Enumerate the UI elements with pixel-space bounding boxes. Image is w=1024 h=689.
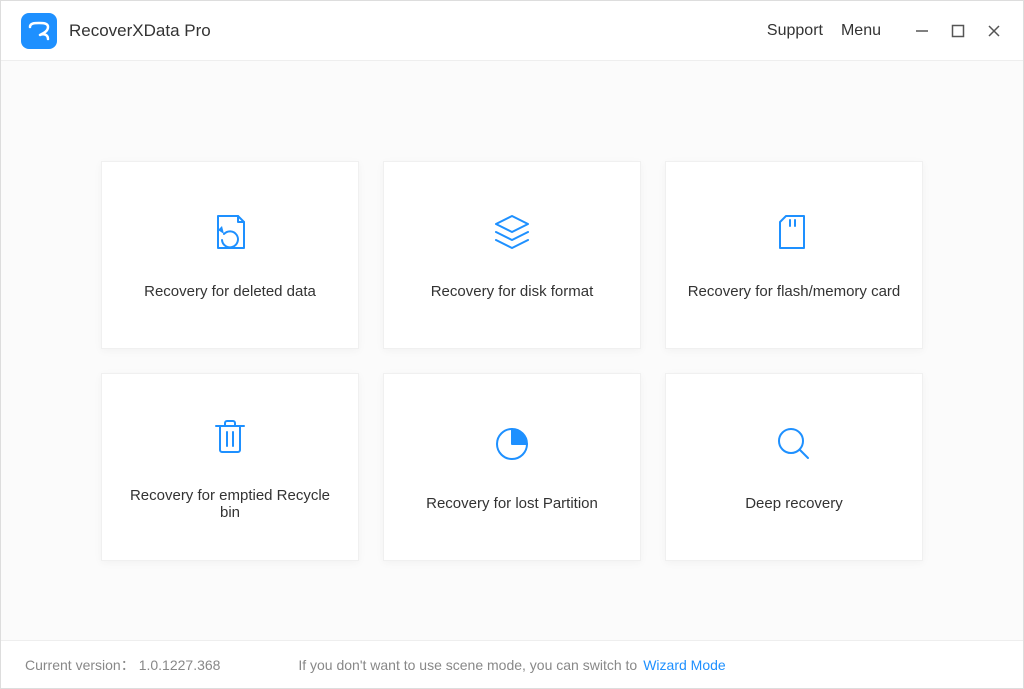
app-logo-icon [21, 13, 57, 49]
titlebar-right: Support Menu [767, 22, 1003, 40]
pie-chart-icon [490, 422, 534, 471]
card-disk-format[interactable]: Recovery for disk format [383, 161, 641, 349]
card-deep-recovery[interactable]: Deep recovery [665, 373, 923, 561]
window-controls [913, 22, 1003, 40]
support-link[interactable]: Support [767, 22, 823, 40]
sd-card-icon [772, 210, 816, 259]
card-label: Recovery for lost Partition [426, 495, 598, 512]
main-content: Recovery for deleted data Recovery for d… [1, 61, 1023, 640]
card-label: Recovery for disk format [431, 283, 594, 300]
close-button[interactable] [985, 22, 1003, 40]
footer-center: If you don't want to use scene mode, you… [298, 657, 725, 673]
trash-icon [208, 414, 252, 463]
version-value: 1.0.1227.368 [139, 657, 221, 673]
card-label: Recovery for deleted data [144, 283, 316, 300]
version-label: Current version： [25, 655, 135, 675]
footer-hint: If you don't want to use scene mode, you… [298, 657, 637, 673]
menu-link[interactable]: Menu [841, 22, 881, 40]
footer: Current version： 1.0.1227.368 If you don… [1, 640, 1023, 688]
app-window: RecoverXData Pro Support Menu [0, 0, 1024, 689]
layers-icon [490, 210, 534, 259]
minimize-button[interactable] [913, 22, 931, 40]
recovery-grid: Recovery for deleted data Recovery for d… [101, 161, 923, 561]
titlebar: RecoverXData Pro Support Menu [1, 1, 1023, 61]
restore-file-icon [208, 210, 252, 259]
card-label: Deep recovery [745, 495, 843, 512]
card-label: Recovery for flash/memory card [688, 283, 901, 300]
card-flash-memory[interactable]: Recovery for flash/memory card [665, 161, 923, 349]
maximize-button[interactable] [949, 22, 967, 40]
card-label: Recovery for emptied Recycle bin [122, 487, 338, 521]
card-deleted-data[interactable]: Recovery for deleted data [101, 161, 359, 349]
card-recycle-bin[interactable]: Recovery for emptied Recycle bin [101, 373, 359, 561]
wizard-mode-link[interactable]: Wizard Mode [643, 657, 725, 673]
magnifier-icon [772, 422, 816, 471]
card-lost-partition[interactable]: Recovery for lost Partition [383, 373, 641, 561]
app-title: RecoverXData Pro [69, 21, 211, 41]
